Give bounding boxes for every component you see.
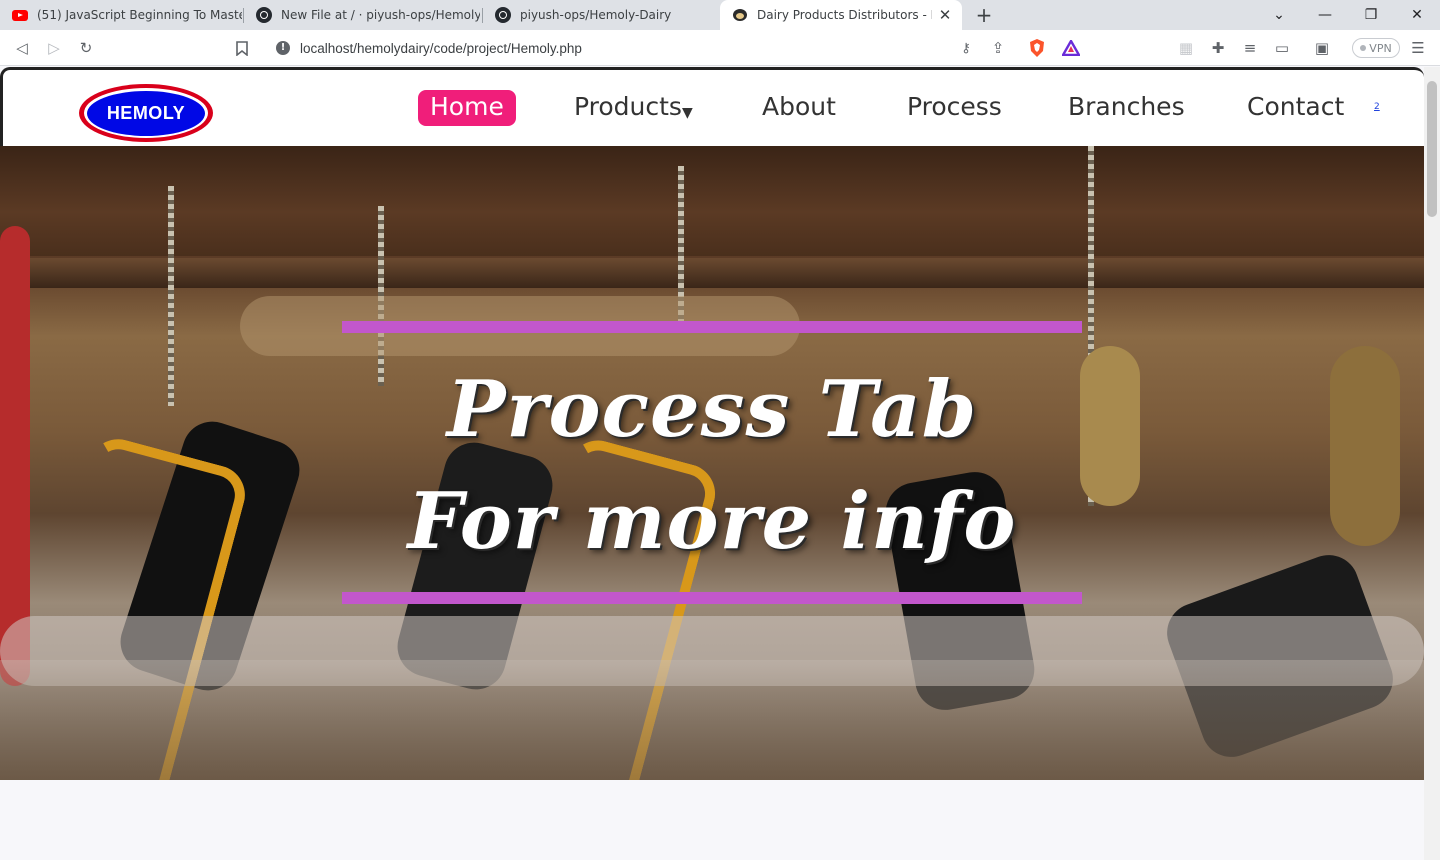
new-tab-button[interactable]: + (972, 3, 996, 27)
media-icon[interactable]: ≡ (1238, 36, 1262, 60)
scrollbar-thumb[interactable] (1427, 81, 1437, 217)
brave-shield-icon[interactable] (1025, 36, 1049, 60)
close-tab-icon[interactable]: ✕ (936, 6, 954, 24)
cow-icon (732, 7, 748, 23)
tab-search-icon[interactable]: ⌄ (1256, 0, 1302, 30)
youtube-icon (12, 7, 28, 23)
nav-contact[interactable]: Contact (1247, 90, 1344, 126)
vpn-status-icon (1360, 45, 1367, 51)
hero-bottom-bar (342, 592, 1082, 604)
hero-heading-line1: Process Tab (446, 364, 978, 455)
github-icon (495, 7, 511, 23)
hero-top-bar (342, 321, 1082, 333)
vpn-button[interactable]: VPN (1352, 38, 1400, 58)
web-page: HEMOLY Home Products▼ About Process Bran… (0, 67, 1424, 860)
share-icon[interactable]: ⇪ (986, 36, 1010, 60)
key-icon[interactable]: ⚷ (954, 36, 978, 60)
hero-background-floor (0, 660, 1424, 780)
user-link[interactable]: 2 (1374, 102, 1380, 112)
nav-branches[interactable]: Branches (1068, 90, 1185, 126)
forward-icon[interactable]: ▷ (42, 36, 66, 60)
site-navbar: HEMOLY Home Products▼ About Process Bran… (0, 67, 1424, 146)
brave-rewards-icon[interactable] (1059, 36, 1083, 60)
nav-products[interactable]: Products▼ (574, 90, 693, 126)
logo-text: HEMOLY (87, 90, 205, 136)
browser-tab[interactable]: (51) JavaScript Beginning To Mastery C (0, 0, 242, 30)
hero-heading-line2: For more info (407, 476, 1017, 567)
nav-about[interactable]: About (762, 90, 836, 126)
wallet-icon[interactable]: ▣ (1310, 36, 1334, 60)
page-scrollbar[interactable] (1424, 67, 1440, 860)
hero-video: Process Tab For more info (0, 146, 1424, 780)
extensions-puzzle-icon[interactable]: ✚ (1206, 36, 1230, 60)
site-logo[interactable]: HEMOLY (79, 84, 213, 142)
reload-icon[interactable]: ↻ (74, 36, 98, 60)
browser-tab-strip: (51) JavaScript Beginning To Mastery C N… (0, 0, 1440, 30)
back-icon[interactable]: ◁ (10, 36, 34, 60)
minimize-icon[interactable]: — (1302, 0, 1348, 30)
site-info-icon[interactable]: ! (276, 41, 290, 55)
browser-tab[interactable]: New File at / · piyush-ops/Hemoly-Dai (244, 0, 480, 30)
tab-title: New File at / · piyush-ops/Hemoly-Dai (281, 8, 480, 22)
nav-products-label: Products (574, 92, 682, 121)
caret-down-icon: ▼ (681, 105, 693, 121)
bookmark-icon[interactable] (230, 36, 254, 60)
vpn-label: VPN (1369, 41, 1392, 55)
url-text[interactable]: localhost/hemolydairy/code/project/Hemol… (300, 41, 582, 56)
menu-icon[interactable]: ☰ (1406, 36, 1430, 60)
extension-icon[interactable]: ▦ (1174, 36, 1198, 60)
nav-home[interactable]: Home (418, 90, 516, 126)
browser-tab-active[interactable]: Dairy Products Distributors - Milk ✕ (720, 0, 962, 30)
browser-tab[interactable]: piyush-ops/Hemoly-Dairy (483, 0, 718, 30)
tab-title: piyush-ops/Hemoly-Dairy (520, 8, 672, 22)
hero-background-beam (0, 146, 1424, 256)
browser-toolbar: ◁ ▷ ↻ ! localhost/hemolydairy/code/proje… (0, 30, 1440, 66)
tab-title: (51) JavaScript Beginning To Mastery C (37, 8, 242, 22)
github-icon (256, 7, 272, 23)
tab-title: Dairy Products Distributors - Milk (757, 8, 932, 22)
nav-process[interactable]: Process (907, 90, 1002, 126)
sidebar-icon[interactable]: ▭ (1270, 36, 1294, 60)
restore-icon[interactable]: ❐ (1348, 0, 1394, 30)
window-close-icon[interactable]: ✕ (1394, 0, 1440, 30)
hero-background-rail (0, 258, 1424, 288)
